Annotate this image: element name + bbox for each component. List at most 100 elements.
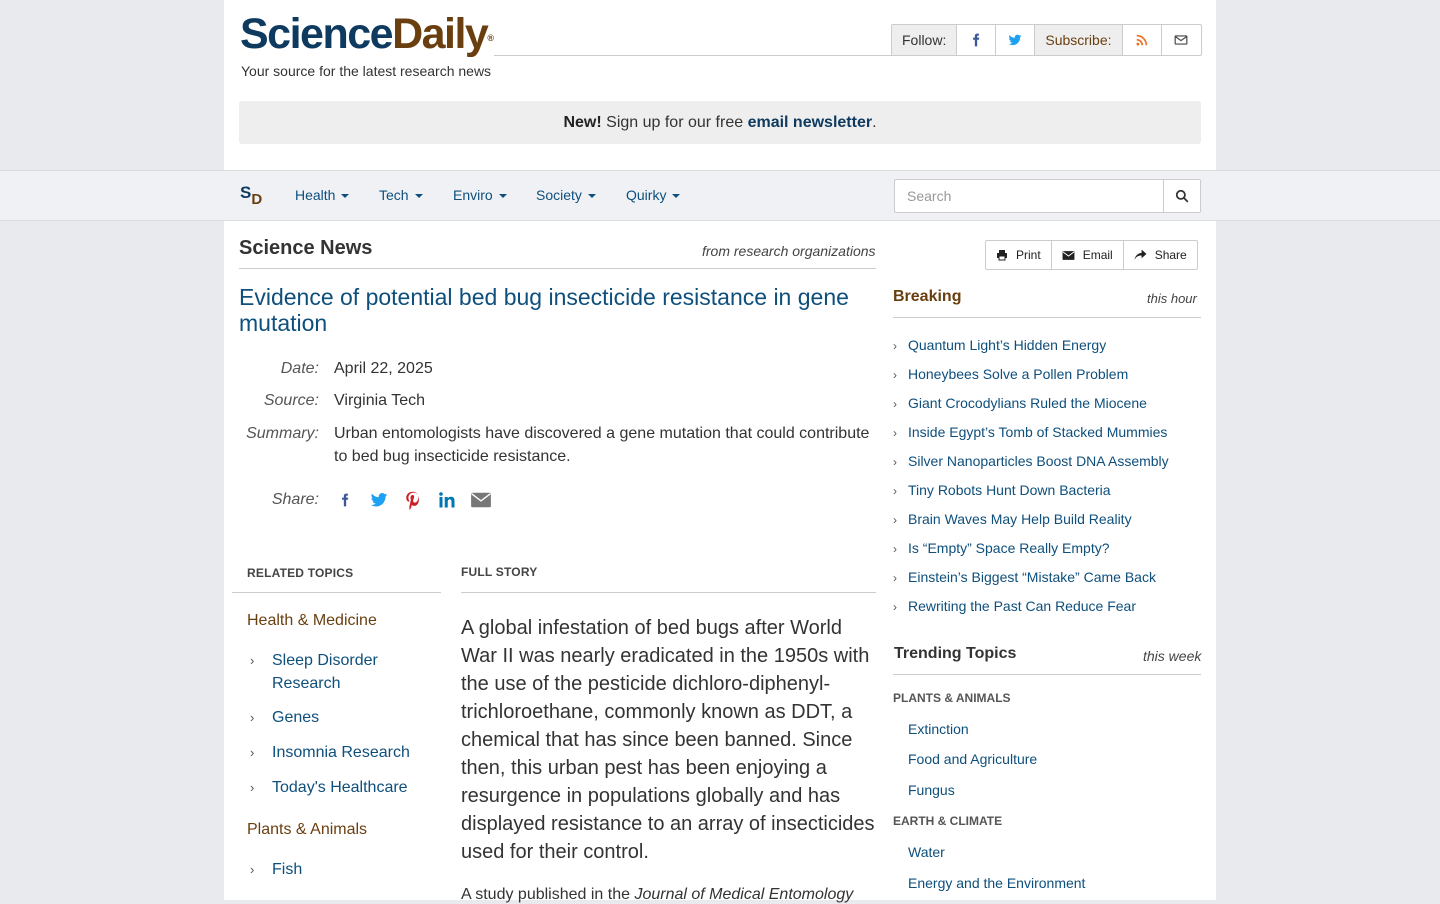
chevron-right-icon: ›: [893, 542, 897, 556]
breaking-item[interactable]: › Einstein’s Biggest “Mistake” Came Back: [893, 569, 1156, 585]
caret-down-icon: [672, 194, 681, 199]
section-title: Science News: [239, 237, 373, 259]
nav-sd-logo[interactable]: SD: [240, 183, 262, 208]
chevron-right-icon: ›: [893, 513, 897, 527]
share-icons: [334, 488, 492, 512]
share-email-button[interactable]: [470, 488, 492, 512]
email-label: Email: [1082, 248, 1113, 262]
nav-logo-d: D: [251, 191, 263, 208]
share-facebook-button[interactable]: [334, 488, 356, 512]
logo-daily-text: Daily: [392, 10, 489, 58]
share-button[interactable]: Share: [1124, 241, 1197, 269]
related-divider: [232, 592, 441, 593]
caret-down-icon: [587, 194, 596, 199]
breaking-item[interactable]: › Is “Empty” Space Really Empty?: [893, 540, 1110, 556]
breaking-item[interactable]: › Silver Nanoparticles Boost DNA Assembly: [893, 453, 1169, 469]
nav-health-label: Health: [295, 187, 336, 203]
trending-item[interactable]: Food and Agriculture: [908, 751, 1037, 767]
breaking-title: Breaking: [893, 288, 962, 305]
breaking-item[interactable]: › Inside Egypt’s Tomb of Stacked Mummies: [893, 424, 1167, 440]
article-summary: Urban entomologists have discovered a ge…: [334, 425, 870, 465]
share-pinterest-button[interactable]: [402, 488, 424, 512]
chevron-right-icon: ›: [893, 455, 897, 469]
trending-item[interactable]: Fungus: [908, 782, 955, 798]
follow-label: Follow:: [892, 25, 958, 55]
related-item-label: Today's Healthcare: [272, 779, 408, 796]
section-subtitle: from research organizations: [702, 243, 876, 259]
trending-category: PLANTS & ANIMALS: [893, 691, 1011, 705]
full-story-divider: [461, 592, 876, 593]
related-item-genes[interactable]: › Genes: [250, 706, 319, 729]
breaking-item[interactable]: › Tiny Robots Hunt Down Bacteria: [893, 482, 1111, 498]
trending-divider: [893, 674, 1201, 675]
breaking-item-label: Giant Crocodylians Ruled the Miocene: [908, 395, 1147, 411]
email-newsletter-link[interactable]: email newsletter: [748, 114, 873, 131]
print-button[interactable]: Print: [986, 241, 1052, 269]
related-item-sleep-disorder[interactable]: › Sleep Disorder Research: [250, 649, 430, 695]
breaking-item[interactable]: › Brain Waves May Help Build Reality: [893, 511, 1132, 527]
chevron-right-icon: ›: [893, 571, 897, 585]
nav-quirky-label: Quirky: [626, 187, 667, 203]
chevron-right-icon: ›: [250, 862, 255, 877]
breaking-item[interactable]: › Quantum Light’s Hidden Energy: [893, 337, 1106, 353]
search-icon: [1175, 189, 1189, 203]
twitter-icon: [370, 493, 388, 507]
envelope-icon: [1174, 35, 1188, 45]
breaking-item[interactable]: › Honeybees Solve a Pollen Problem: [893, 366, 1128, 382]
nav-society[interactable]: Society: [536, 187, 596, 203]
search-button[interactable]: [1163, 180, 1200, 212]
trending-item[interactable]: Energy and the Environment: [908, 875, 1085, 891]
journal-name: Journal of Medical Entomology: [634, 886, 854, 903]
related-topics-heading: RELATED TOPICS: [247, 566, 354, 580]
nav-quirky[interactable]: Quirky: [626, 187, 681, 203]
trending-item[interactable]: Extinction: [908, 721, 969, 737]
share-twitter-button[interactable]: [368, 488, 390, 512]
section-divider: [239, 268, 876, 269]
email-button[interactable]: Email: [1052, 241, 1124, 269]
chevron-right-icon: ›: [250, 710, 255, 725]
search-input[interactable]: [895, 180, 1164, 212]
nav-enviro[interactable]: Enviro: [453, 187, 507, 203]
twitter-follow-button[interactable]: [996, 25, 1036, 55]
breaking-item-label: Silver Nanoparticles Boost DNA Assembly: [908, 453, 1169, 469]
breaking-item[interactable]: › Giant Crocodylians Ruled the Miocene: [893, 395, 1147, 411]
share-linkedin-button[interactable]: [436, 488, 458, 512]
search-box: [894, 179, 1201, 213]
newsletter-period: .: [872, 114, 877, 131]
chevron-right-icon: ›: [250, 780, 255, 795]
nav-logo-s: S: [240, 183, 252, 202]
trending-subtitle: this week: [1143, 648, 1202, 664]
breaking-item-label: Brain Waves May Help Build Reality: [908, 511, 1132, 527]
nav-health[interactable]: Health: [295, 187, 350, 203]
nav-tech[interactable]: Tech: [379, 187, 423, 203]
newsletter-banner: New! Sign up for our free email newslett…: [239, 101, 1201, 144]
envelope-icon: [1062, 250, 1075, 260]
trending-title: Trending Topics: [894, 645, 1017, 662]
related-item-fish[interactable]: › Fish: [250, 858, 302, 881]
story-paragraph-2: A study published in the Journal of Medi…: [461, 886, 881, 904]
breaking-item-label: Honeybees Solve a Pollen Problem: [908, 366, 1129, 382]
rss-subscribe-button[interactable]: [1123, 25, 1162, 55]
facebook-follow-button[interactable]: [957, 25, 997, 55]
share-label: Share:: [271, 491, 319, 508]
related-category-health[interactable]: Health & Medicine: [247, 612, 377, 630]
sciencedaily-logo[interactable]: ScienceDaily®: [240, 10, 494, 58]
related-category-plants[interactable]: Plants & Animals: [247, 821, 367, 839]
breaking-item-label: Einstein’s Biggest “Mistake” Came Back: [908, 569, 1156, 585]
chevron-right-icon: ›: [893, 426, 897, 440]
linkedin-icon: [439, 492, 455, 508]
facebook-icon: [342, 493, 349, 507]
email-subscribe-button[interactable]: [1162, 25, 1201, 55]
nav-society-label: Society: [536, 187, 582, 203]
trending-category: EARTH & CLIMATE: [893, 814, 1003, 828]
caret-down-icon: [498, 194, 507, 199]
caret-down-icon: [414, 194, 423, 199]
nav-tech-label: Tech: [379, 187, 409, 203]
trending-item[interactable]: Water: [908, 844, 945, 860]
related-item-insomnia[interactable]: › Insomnia Research: [250, 741, 410, 764]
full-story-heading: FULL STORY: [461, 565, 538, 579]
related-item-healthcare[interactable]: › Today's Healthcare: [250, 776, 408, 799]
breaking-item[interactable]: › Rewriting the Past Can Reduce Fear: [893, 598, 1136, 614]
source-label: Source:: [263, 392, 319, 409]
main-navbar: SD Health Tech Enviro Society Quirky: [0, 170, 1440, 221]
